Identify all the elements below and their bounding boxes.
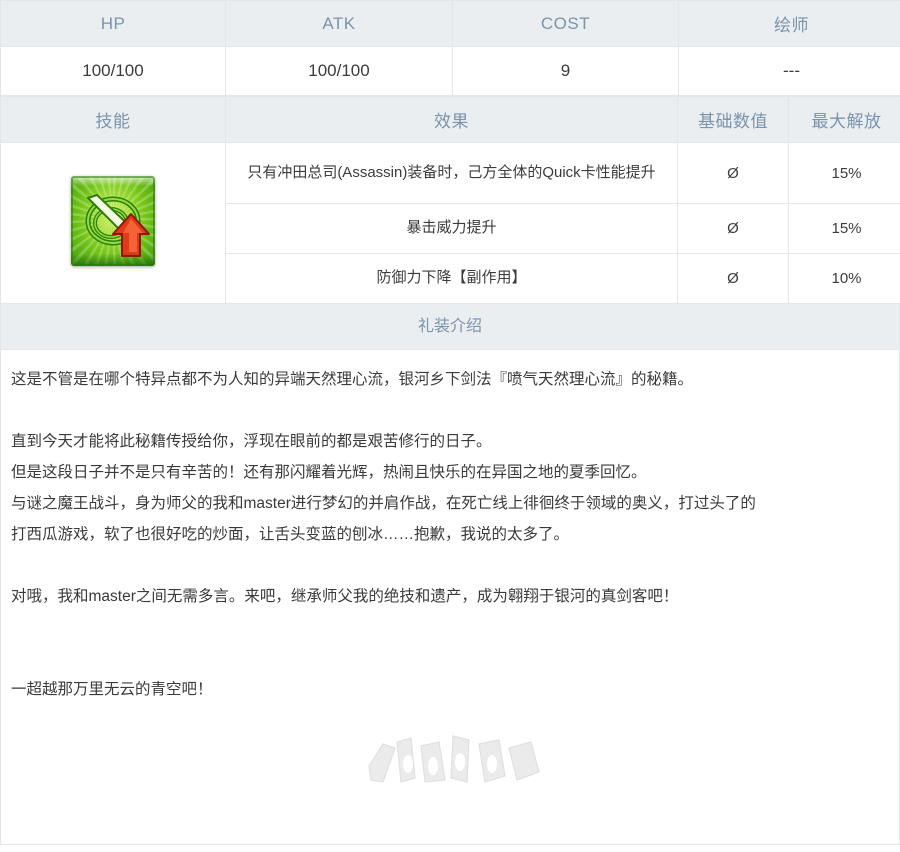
craft-essence-detail-page: HP ATK COST 绘师 100/100 100/100 9 --- 技能 … bbox=[0, 0, 900, 852]
description-paragraph: 一超越那万里无云的青空吧！ bbox=[11, 681, 213, 698]
skill-effect-text: 只有冲田总司(Assassin)装备时，己方全体的Quick卡性能提升 bbox=[225, 142, 678, 204]
stats-header-cost: COST bbox=[452, 0, 679, 47]
quick-up-skill-icon bbox=[71, 175, 155, 266]
skill-row: 只有冲田总司(Assassin)装备时，己方全体的Quick卡性能提升 Ø 15… bbox=[0, 142, 900, 304]
skill-max-release-value: 10% bbox=[788, 253, 900, 304]
stats-value-atk: 100/100 bbox=[225, 46, 453, 96]
site-watermark bbox=[353, 732, 553, 794]
description-body: 这是不管是在哪个特异点都不为人知的异端天然理心流，银河乡下剑法『喷气天然理心流』… bbox=[0, 350, 900, 845]
stats-value-hp: 100/100 bbox=[0, 46, 226, 96]
stats-header-illustrator: 绘师 bbox=[678, 0, 900, 47]
stats-header-atk: ATK bbox=[225, 0, 453, 47]
skill-base-value: Ø bbox=[677, 142, 789, 204]
stats-header-hp: HP bbox=[0, 0, 226, 47]
skill-effect-text: 防御力下降【副作用】 bbox=[225, 253, 678, 304]
skill-max-release-value: 15% bbox=[788, 142, 900, 204]
skill-icon-cell bbox=[0, 142, 226, 304]
skill-table: 技能 效果 基础数值 最大解放 只有冲田总司(Assassin)装备时，己方全体… bbox=[0, 96, 900, 304]
skill-header-base-value: 基础数值 bbox=[677, 96, 789, 143]
skill-base-value: Ø bbox=[677, 253, 789, 304]
skill-header-row: 技能 效果 基础数值 最大解放 bbox=[0, 96, 900, 143]
skill-base-value: Ø bbox=[677, 203, 789, 254]
stats-value-cost: 9 bbox=[452, 46, 679, 96]
description-paragraph: 对哦，我和master之间无需多言。来吧，继承师父我的绝技和遗产，成为翱翔于银河… bbox=[11, 588, 679, 605]
description-header: 礼装介绍 bbox=[0, 304, 900, 350]
stats-header-row: HP ATK COST 绘师 bbox=[0, 0, 900, 47]
skill-effect-text: 暴击威力提升 bbox=[225, 203, 678, 254]
skill-header-skill: 技能 bbox=[0, 96, 226, 143]
description-paragraph: 这是不管是在哪个特异点都不为人知的异端天然理心流，银河乡下剑法『喷气天然理心流』… bbox=[11, 371, 694, 388]
skill-header-max-release: 最大解放 bbox=[788, 96, 900, 143]
stats-value-illustrator: --- bbox=[678, 46, 900, 96]
skill-header-effect: 效果 bbox=[225, 96, 678, 143]
description-paragraph: 直到今天才能将此秘籍传授给你，浮现在眼前的都是艰苦修行的日子。 bbox=[11, 433, 492, 450]
skill-max-release-value: 15% bbox=[788, 203, 900, 254]
description-paragraph: 打西瓜游戏，软了也很好吃的炒面，让舌头变蓝的刨冰……抱歉，我说的太多了。 bbox=[11, 526, 570, 543]
stats-value-row: 100/100 100/100 9 --- bbox=[0, 46, 900, 96]
description-paragraph: 但是这段日子并不是只有辛苦的！还有那闪耀着光辉，热闹且快乐的在异国之地的夏季回忆… bbox=[11, 464, 647, 481]
description-paragraph: 与谜之魔王战斗，身为师父的我和master进行梦幻的并肩作战，在死亡线上徘徊终于… bbox=[11, 495, 756, 512]
icon-frame bbox=[71, 175, 155, 266]
stats-table: HP ATK COST 绘师 100/100 100/100 9 --- bbox=[0, 0, 900, 96]
